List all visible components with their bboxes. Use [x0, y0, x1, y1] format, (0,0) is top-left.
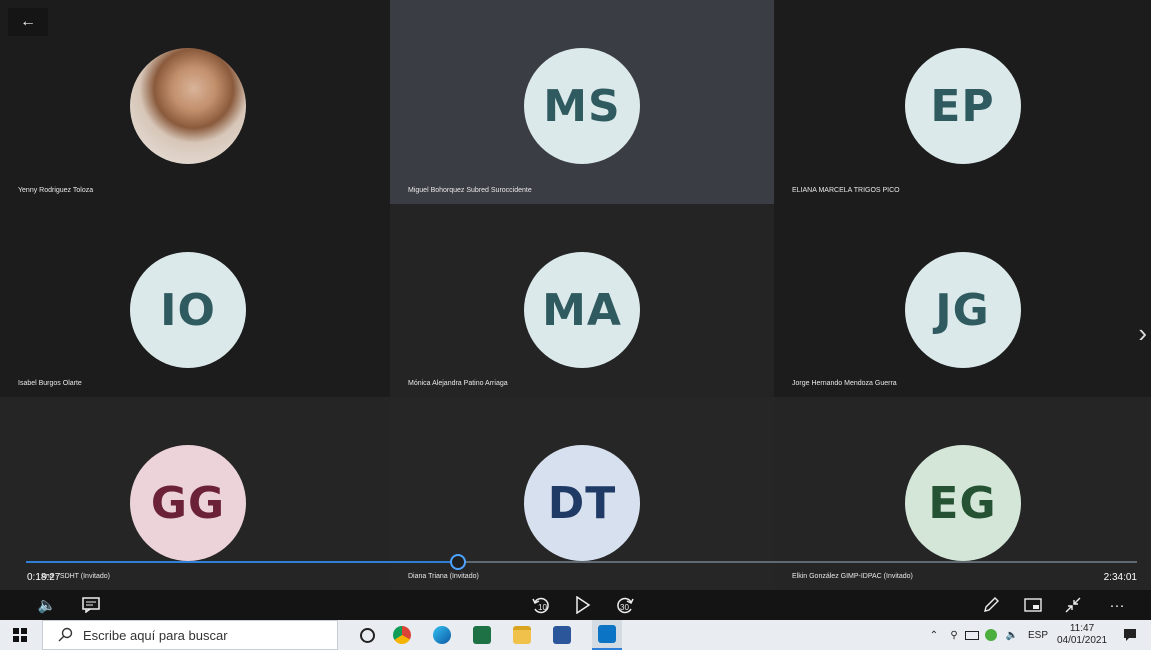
video-player-icon — [598, 625, 616, 643]
participant-initials: MA — [542, 284, 622, 336]
search-icon — [58, 627, 73, 642]
excel-icon — [473, 626, 491, 644]
participant-initials: JG — [935, 284, 990, 336]
forward-button[interactable]: 30 — [612, 593, 638, 617]
notification-icon — [1124, 629, 1136, 641]
play-button[interactable] — [570, 593, 596, 617]
language-label: ESP — [1027, 629, 1048, 641]
tray-meet-button[interactable]: ⚲ — [945, 620, 963, 650]
chrome-icon — [393, 626, 411, 644]
rewind-10-icon: 10 — [532, 597, 549, 614]
chevron-right-icon: › — [1138, 318, 1147, 348]
battery-icon — [965, 630, 979, 640]
speaker-icon: 🔈 — [1005, 629, 1019, 641]
search-placeholder: Escribe aquí para buscar — [83, 627, 228, 643]
participant-name: Isabel Burgos Olarte — [18, 380, 82, 387]
shield-icon — [985, 629, 997, 641]
participant-initials: EG — [928, 477, 997, 529]
pen-icon — [984, 597, 999, 612]
participant-avatar: GG — [130, 445, 246, 561]
player-controls: 🔈 10 30 ··· — [0, 590, 1151, 620]
video-stage: Yenny Rodriguez Toloza MS Miguel Bohorquez… — [0, 0, 1151, 650]
tray-app-button[interactable] — [982, 620, 1000, 650]
participant-photo — [130, 48, 246, 164]
participant-avatar: EP — [904, 48, 1021, 164]
forward-label: 30 — [620, 603, 629, 612]
captions-icon — [82, 597, 100, 613]
participant-name: Diana Triana (Invitado) — [408, 573, 479, 580]
edge-icon — [433, 626, 451, 644]
folder-icon — [513, 626, 531, 644]
cortana-button[interactable] — [352, 620, 382, 650]
pen-button[interactable] — [978, 593, 1004, 617]
current-time: 0:18:27 — [27, 572, 61, 583]
tray-expand-button[interactable]: ⌃ — [925, 620, 943, 650]
exit-fullscreen-button[interactable] — [1060, 593, 1086, 617]
participant-initials: EP — [930, 80, 995, 132]
participant-name: ELIANA MARCELA TRIGOS PICO — [792, 187, 900, 194]
participant-tile: JG Jorge Hernando Mendoza Guerra — [774, 204, 1151, 397]
participant-name: Jorge Hernando Mendoza Guerra — [792, 380, 897, 387]
captions-button[interactable] — [78, 593, 104, 617]
more-button[interactable]: ··· — [1104, 593, 1130, 617]
participant-name: Elkin González GIMP-IDPAC (Invitado) — [792, 573, 913, 580]
miniplayer-icon — [1024, 598, 1042, 612]
play-icon — [576, 596, 591, 614]
clock-date: 04/01/2021 — [1056, 635, 1108, 646]
language-indicator[interactable]: ESP — [1026, 620, 1050, 650]
participant-initials: DT — [547, 477, 617, 529]
next-page-button[interactable]: › — [1138, 318, 1147, 349]
rewind-label: 10 — [538, 603, 547, 612]
chrome-app[interactable] — [387, 620, 417, 650]
participant-avatar: EG — [904, 445, 1021, 561]
progress-fill — [26, 561, 458, 563]
progress-bar[interactable] — [26, 554, 1137, 570]
participant-initials: MS — [543, 80, 621, 132]
participant-tile: EP ELIANA MARCELA TRIGOS PICO — [774, 0, 1151, 204]
participant-avatar: JG — [904, 252, 1021, 368]
file-explorer-app[interactable] — [507, 620, 537, 650]
notifications-button[interactable] — [1118, 620, 1142, 650]
chevron-up-icon: ⌃ — [929, 629, 939, 641]
edge-app[interactable] — [427, 620, 457, 650]
tray-battery-button[interactable] — [963, 620, 981, 650]
back-button[interactable]: ← — [8, 8, 48, 36]
taskbar: Escribe aquí para buscar ⌃ ⚲ 🔈 ESP 11:47… — [0, 620, 1151, 650]
exit-fullscreen-icon — [1065, 597, 1081, 613]
participant-tile: IO Isabel Burgos Olarte — [0, 204, 390, 397]
rewind-button[interactable]: 10 — [528, 593, 554, 617]
progress-thumb[interactable] — [450, 554, 467, 570]
participant-avatar: MS — [524, 48, 640, 164]
excel-app[interactable] — [467, 620, 497, 650]
speaker-icon: 🔈 — [37, 597, 57, 614]
forward-30-icon: 30 — [617, 597, 634, 614]
taskbar-search[interactable]: Escribe aquí para buscar — [42, 620, 338, 650]
participant-avatar: MA — [524, 252, 640, 368]
start-button[interactable] — [0, 620, 40, 650]
more-icon: ··· — [1109, 596, 1125, 614]
participant-name: Yenny Rodriguez Toloza — [18, 187, 94, 194]
participant-avatar: DT — [524, 445, 640, 561]
meet-now-icon: ⚲ — [950, 629, 958, 641]
participant-tile: Yenny Rodriguez Toloza — [0, 0, 390, 204]
participant-initials: GG — [150, 477, 226, 529]
word-icon — [553, 626, 571, 644]
word-app[interactable] — [547, 620, 577, 650]
participant-initials: IO — [160, 284, 216, 336]
total-time: 2:34:01 — [1103, 572, 1137, 583]
participant-avatar: IO — [130, 252, 246, 368]
video-app[interactable] — [592, 620, 622, 650]
participant-name: Miguel Bohorquez Subred Suroccidente — [408, 187, 532, 194]
cortana-icon — [359, 627, 375, 643]
clock-time: 11:47 — [1069, 623, 1095, 634]
windows-icon — [13, 628, 27, 642]
volume-button[interactable]: 🔈 — [34, 593, 60, 617]
participant-tile: MS Miguel Bohorquez Subred Suroccidente — [390, 0, 774, 204]
clock[interactable]: 11:47 04/01/2021 — [1054, 620, 1110, 650]
arrow-left-icon: ← — [20, 13, 36, 30]
tray-volume-button[interactable]: 🔈 — [1002, 620, 1022, 650]
participant-name: Mónica Alejandra Patino Arriaga — [408, 380, 508, 387]
participant-tile: MA Mónica Alejandra Patino Arriaga — [390, 204, 774, 397]
miniplayer-button[interactable] — [1020, 593, 1046, 617]
